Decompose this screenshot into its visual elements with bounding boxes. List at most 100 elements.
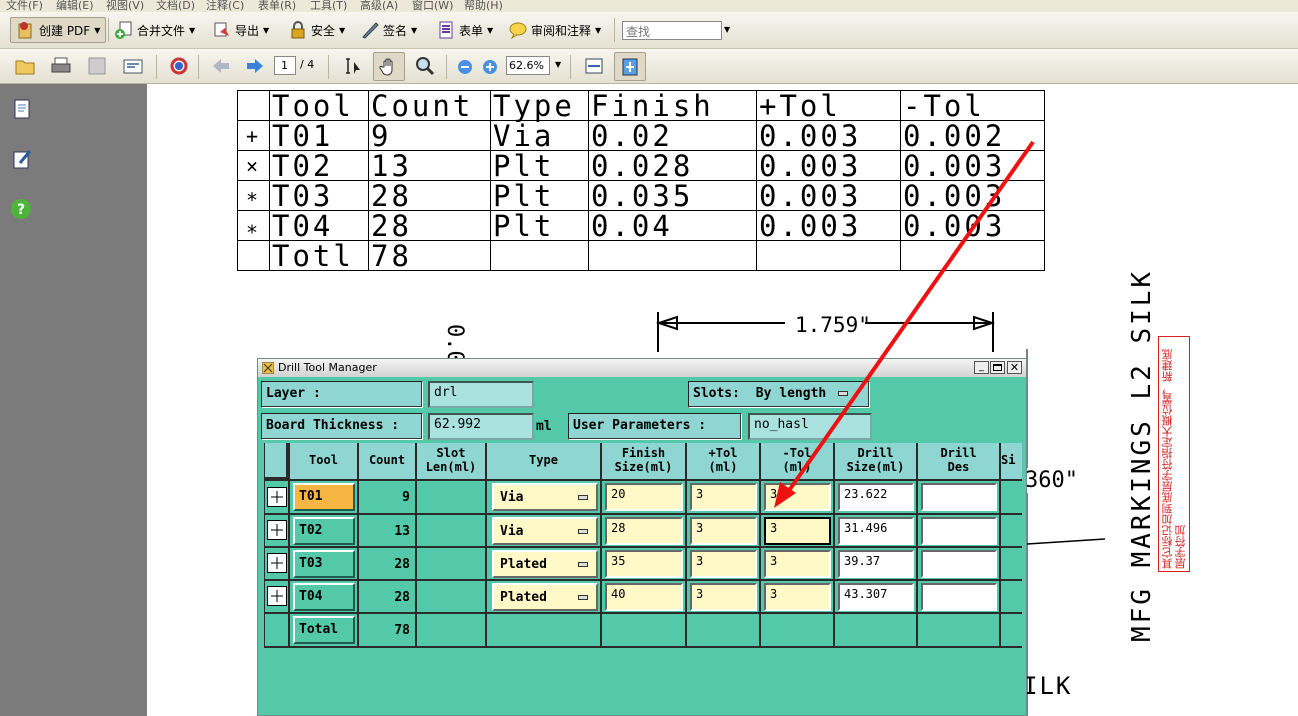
drill-des-input[interactable]	[921, 517, 997, 545]
expand-row-button[interactable]	[267, 520, 287, 540]
type-value: Plated	[500, 557, 547, 572]
expand-row-button[interactable]	[267, 586, 287, 606]
tool-button-t04[interactable]: T04	[293, 583, 355, 611]
review-comment-button[interactable]: 审阅和注释 ▼	[508, 17, 601, 43]
menu-window[interactable]: 窗口(W)	[412, 0, 453, 12]
menu-view[interactable]: 视图(V)	[106, 0, 144, 12]
slots-value: By length	[755, 386, 827, 401]
type-select[interactable]: Plated	[492, 550, 598, 578]
search-input[interactable]: 查找	[622, 21, 722, 40]
minus-tol-input[interactable]: 3	[764, 483, 831, 511]
pages-icon[interactable]	[12, 98, 32, 120]
option-menu-icon	[578, 595, 588, 600]
color-wheel-icon[interactable]	[168, 56, 190, 76]
thickness-unit: ml	[536, 419, 552, 434]
export-button[interactable]: 导出 ▼	[212, 17, 269, 43]
user-parameters-field[interactable]: no_hasl	[748, 413, 872, 440]
finish-size-input[interactable]: 28	[605, 517, 683, 545]
drill-size-input[interactable]: 31.496	[838, 517, 914, 545]
total-row-lines	[264, 613, 1022, 648]
zoom-in-icon[interactable]	[482, 59, 498, 75]
tool-count: 28	[394, 590, 410, 605]
plus-tol-input[interactable]: 3	[690, 483, 757, 511]
svg-text:?: ?	[17, 202, 25, 218]
create-pdf-icon	[18, 22, 32, 39]
save-icon[interactable]	[86, 56, 108, 76]
menu-comments[interactable]: 注释(C)	[206, 0, 244, 12]
open-folder-icon[interactable]	[14, 56, 36, 76]
help-icon[interactable]: ?	[10, 198, 32, 220]
menu-document[interactable]: 文档(D)	[156, 0, 195, 12]
previous-page-icon[interactable]	[210, 56, 232, 76]
type-select[interactable]: Via	[492, 483, 598, 511]
finish-size-input[interactable]: 35	[605, 550, 683, 578]
board-thickness-field[interactable]: 62.992	[428, 413, 534, 440]
tool-button-t01[interactable]: T01	[293, 483, 355, 511]
board-thickness-label: Board Thickness :	[261, 413, 423, 440]
zoom-dropdown-icon[interactable]: ▼	[555, 60, 561, 69]
finish-size-input[interactable]: 40	[605, 583, 683, 611]
drill-des-input[interactable]	[921, 583, 997, 611]
dialog-titlebar[interactable]: Drill Tool Manager _ ✕	[258, 359, 1026, 377]
plus-tol-input[interactable]: 3	[690, 583, 757, 611]
plus-icon	[271, 590, 283, 602]
hand-tool-button[interactable]	[373, 52, 405, 81]
menu-forms[interactable]: 表单(R)	[258, 0, 296, 12]
plus-tol-input[interactable]: 3	[690, 550, 757, 578]
sign-button[interactable]: 签名 ▼	[360, 17, 417, 43]
tool-grid: Tool Count Slot Len(ml) Type Finish Size(m…	[264, 443, 1022, 716]
print-icon[interactable]	[50, 56, 72, 76]
minus-tol-input[interactable]: 3	[764, 550, 831, 578]
tool-button-t03[interactable]: T03	[293, 550, 355, 578]
drill-size-input[interactable]: 39.37	[838, 550, 914, 578]
type-select[interactable]: Plated	[492, 583, 598, 611]
user-parameters-button[interactable]: User Parameters :	[568, 413, 742, 440]
email-icon[interactable]	[122, 56, 144, 76]
expand-row-button[interactable]	[267, 487, 287, 507]
zoom-out-icon[interactable]	[457, 59, 473, 75]
main-toolbar: 创建 PDF ▼ 合并文件 ▼ 导出 ▼ 安全 ▼ 签名 ▼ 表单 ▼ 审阅和注释 ▼ 查找 …	[0, 12, 1298, 49]
drill-size-input[interactable]: 43.307	[838, 583, 914, 611]
chevron-down-icon: ▼	[94, 25, 101, 35]
tool-button-t02[interactable]: T02	[293, 517, 355, 545]
menu-edit[interactable]: 编辑(E)	[56, 0, 94, 12]
select-text-icon[interactable]	[342, 56, 364, 76]
drill-des-input[interactable]	[921, 550, 997, 578]
search-dropdown-icon[interactable]: ▼	[724, 25, 730, 34]
fit-width-icon[interactable]	[583, 56, 605, 76]
fit-page-button[interactable]	[614, 52, 646, 81]
close-button[interactable]: ✕	[1007, 361, 1022, 374]
drill-des-input[interactable]	[921, 483, 997, 511]
chevron-down-icon: ▼	[263, 25, 270, 35]
page-number-input[interactable]: 1	[274, 56, 296, 75]
layer-field[interactable]: drl	[428, 381, 534, 408]
zoom-tool-icon[interactable]	[414, 56, 436, 76]
drill-size-input[interactable]: 23.622	[838, 483, 914, 511]
chevron-down-icon: ▼	[189, 25, 196, 35]
plus-tol-input[interactable]: 3	[690, 517, 757, 545]
expand-row-button[interactable]	[267, 553, 287, 573]
silk-label-bottom: ILK	[1023, 672, 1073, 700]
slots-selector[interactable]: Slots: By length	[688, 381, 870, 408]
menu-tools[interactable]: 工具(T)	[310, 0, 347, 12]
menu-help[interactable]: 帮助(H)	[464, 0, 503, 12]
maximize-button[interactable]	[990, 361, 1005, 374]
menu-file[interactable]: 文件(F)	[6, 0, 43, 12]
annotation-note: 其它标记加到底层字符指定大概位置，新建底层字符加	[1158, 336, 1190, 572]
chevron-down-icon: ▼	[487, 25, 494, 35]
type-select[interactable]: Via	[492, 517, 598, 545]
combine-files-button[interactable]: 合并文件 ▼	[114, 17, 195, 43]
minus-tol-input[interactable]: 3	[764, 583, 831, 611]
minimize-button[interactable]: _	[974, 361, 989, 374]
zoom-level-input[interactable]: 62.6%	[506, 56, 550, 75]
dimension-label: 1.759"	[795, 313, 871, 337]
next-page-icon[interactable]	[244, 56, 266, 76]
secure-button[interactable]: 安全 ▼	[288, 17, 345, 43]
type-value: Via	[500, 490, 524, 505]
finish-size-input[interactable]: 20	[605, 483, 683, 511]
annotation-pen-icon[interactable]	[12, 148, 32, 170]
forms-button[interactable]: 表单 ▼	[436, 17, 493, 43]
minus-tol-input-focused[interactable]: 3	[764, 517, 831, 545]
create-pdf-button[interactable]: 创建 PDF ▼	[10, 17, 107, 43]
menu-advanced[interactable]: 高级(A)	[360, 0, 398, 12]
